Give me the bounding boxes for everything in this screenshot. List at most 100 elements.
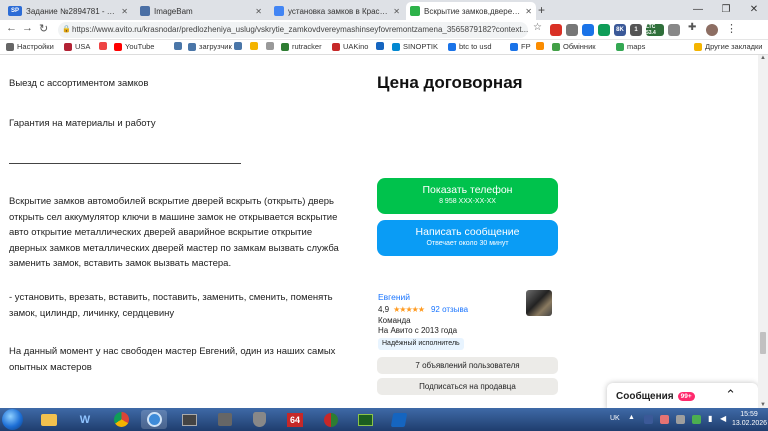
clock[interactable]: 15:59 13.02.2026 bbox=[732, 410, 768, 428]
bookmark-icon-only[interactable] bbox=[174, 42, 185, 50]
window-controls: — ❐ ✕ bbox=[684, 0, 768, 20]
extension-icon[interactable]: 1 bbox=[630, 24, 642, 36]
bookmark-uakino[interactable]: UAKino bbox=[332, 42, 368, 51]
app-icon[interactable] bbox=[352, 410, 378, 429]
clock-time: 15:59 bbox=[740, 411, 758, 418]
bookmark-icon-only[interactable] bbox=[99, 42, 110, 50]
rutracker-icon bbox=[281, 42, 289, 51]
bookmark-usa[interactable]: USA bbox=[64, 42, 90, 51]
media-icon[interactable] bbox=[176, 410, 202, 429]
aida64-icon[interactable]: 64 bbox=[282, 410, 308, 429]
bookmark-fp[interactable]: FP bbox=[510, 42, 531, 51]
reviews-link[interactable]: 92 отзыва bbox=[431, 305, 468, 314]
extension-icon[interactable] bbox=[566, 24, 578, 36]
extension-icon[interactable] bbox=[598, 24, 610, 36]
browser-icon[interactable] bbox=[141, 410, 167, 429]
close-window-button[interactable]: ✕ bbox=[740, 0, 768, 20]
shield-icon[interactable] bbox=[246, 410, 272, 429]
bookmark-icon-only[interactable] bbox=[266, 42, 277, 50]
seller-avatar[interactable] bbox=[526, 290, 552, 316]
maximize-button[interactable]: ❐ bbox=[712, 0, 740, 20]
chevron-up-icon[interactable]: ⌃ bbox=[725, 387, 736, 403]
bookmark-icon-only[interactable] bbox=[376, 42, 387, 50]
button-label: Написать сообщение bbox=[415, 226, 520, 238]
close-icon[interactable]: ✕ bbox=[255, 7, 262, 16]
clock-date: 13.02.2026 bbox=[732, 420, 768, 427]
network-icon[interactable]: ▮ bbox=[708, 414, 712, 423]
bookmark-btc[interactable]: btc to usd bbox=[448, 42, 492, 51]
tray-arrow-icon[interactable]: ▲ bbox=[628, 414, 635, 421]
bookmark-icon-only[interactable] bbox=[250, 42, 261, 50]
bookmark-youtube[interactable]: YouTube bbox=[114, 42, 154, 51]
scrollbar-thumb[interactable] bbox=[760, 332, 766, 354]
new-tab-button[interactable]: + bbox=[538, 3, 545, 17]
description-paragraph: На данный момент у нас свободен мастер Е… bbox=[9, 346, 336, 373]
tab-task[interactable]: SP Задание №2894781 - просмотр з ✕ bbox=[4, 2, 132, 20]
page-content: Выезд с ассортиментом замков Гарантия на… bbox=[0, 55, 758, 408]
tab-favicon: SP bbox=[8, 6, 22, 16]
phone-number: 8 958 XXX-XX-XX bbox=[439, 198, 496, 205]
language-indicator[interactable]: UK bbox=[610, 415, 620, 422]
tray-app-icon[interactable] bbox=[676, 415, 685, 424]
app-icon[interactable] bbox=[318, 410, 344, 429]
show-phone-button[interactable]: Показать телефон 8 958 XXX-XX-XX bbox=[377, 178, 558, 214]
button-label: Показать телефон bbox=[422, 184, 513, 196]
vk-icon bbox=[188, 42, 196, 51]
app-icon[interactable] bbox=[386, 410, 412, 429]
bookmark-obminnik[interactable]: Обмінник bbox=[552, 42, 596, 51]
tray-app-icon[interactable] bbox=[644, 415, 653, 424]
url-text: https://www.avito.ru/krasnodar/predlozhe… bbox=[72, 25, 528, 34]
address-bar[interactable]: 🔒 https://www.avito.ru/krasnodar/predloz… bbox=[58, 22, 528, 38]
tab-title: Задание №2894781 - просмотр з bbox=[26, 6, 118, 16]
word-icon[interactable]: W bbox=[72, 410, 98, 429]
fp-icon bbox=[510, 42, 518, 51]
close-icon[interactable]: ✕ bbox=[121, 7, 128, 16]
close-icon[interactable]: ✕ bbox=[393, 7, 400, 16]
bookmark-sinoptik[interactable]: SINOPTIK bbox=[392, 42, 438, 51]
maps-icon bbox=[616, 42, 624, 51]
start-button[interactable] bbox=[2, 409, 23, 430]
write-message-button[interactable]: Написать сообщение Отвечает около 30 мин… bbox=[377, 220, 558, 256]
profile-avatar[interactable] bbox=[706, 24, 718, 36]
reload-icon[interactable]: ↻ bbox=[39, 22, 48, 35]
tab-title: установка замков в Краснодар bbox=[288, 6, 390, 16]
close-icon[interactable]: ✕ bbox=[525, 7, 532, 16]
tab-avito-listing[interactable]: Вскрытие замков,дверей,машин ✕ bbox=[406, 2, 536, 20]
avito-icon bbox=[410, 6, 420, 16]
bookmark-star-icon[interactable]: ☆ bbox=[533, 22, 542, 33]
tab-google-search[interactable]: установка замков в Краснодар ✕ bbox=[270, 2, 404, 20]
reliable-badge: Надёжный исполнитель bbox=[378, 338, 464, 350]
tray-app-icon[interactable] bbox=[692, 415, 701, 424]
menu-icon[interactable]: ⋮ bbox=[726, 22, 737, 35]
tab-imagebam[interactable]: ImageBam ✕ bbox=[136, 2, 266, 20]
extension-icon[interactable]: 8K bbox=[614, 24, 626, 36]
folder-icon[interactable] bbox=[36, 410, 62, 429]
scroll-up-icon[interactable]: ▲ bbox=[760, 55, 766, 61]
extensions-puzzle-icon[interactable]: ✚ bbox=[688, 22, 696, 33]
seller-name-link[interactable]: Евгений bbox=[378, 292, 410, 302]
extension-icon[interactable] bbox=[582, 24, 594, 36]
uakino-icon bbox=[332, 42, 340, 51]
page-scrollbar[interactable]: ▲ ▼ bbox=[758, 55, 768, 408]
back-icon[interactable]: ← bbox=[6, 22, 17, 34]
user-listings-button[interactable]: 7 объявлений пользователя bbox=[377, 357, 558, 374]
messages-widget[interactable]: Сообщения 99+ ⌃ bbox=[607, 383, 758, 410]
bookmark-zagruzchik[interactable]: загрузчик bbox=[188, 42, 232, 51]
bookmark-icon-only[interactable] bbox=[536, 42, 547, 50]
subscribe-seller-button[interactable]: Подписаться на продавца bbox=[377, 378, 558, 395]
weather-icon bbox=[392, 42, 400, 51]
bookmark-settings[interactable]: Настройки bbox=[6, 42, 54, 51]
bookmark-rutracker[interactable]: rutracker bbox=[281, 42, 322, 51]
ltc-price-icon[interactable]: LTC 53.4 bbox=[646, 24, 664, 36]
app-icon[interactable] bbox=[212, 410, 238, 429]
extension-icon[interactable] bbox=[668, 24, 680, 36]
volume-icon[interactable]: ◀ bbox=[720, 414, 726, 423]
minimize-button[interactable]: — bbox=[684, 0, 712, 20]
bookmark-icon-only[interactable] bbox=[234, 42, 245, 50]
forward-icon[interactable]: → bbox=[22, 22, 33, 34]
extension-icon[interactable] bbox=[550, 24, 562, 36]
bookmark-other[interactable]: Другие закладки bbox=[694, 42, 762, 51]
tray-app-icon[interactable] bbox=[660, 415, 669, 424]
chrome-icon[interactable] bbox=[108, 410, 134, 429]
bookmark-maps[interactable]: maps bbox=[616, 42, 645, 51]
